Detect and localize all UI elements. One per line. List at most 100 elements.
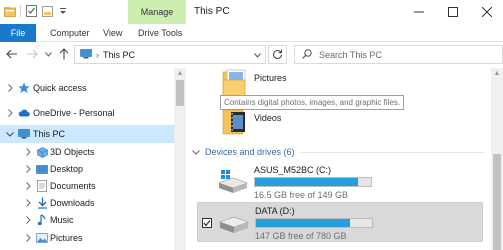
selection-checkbox[interactable] [202,218,212,228]
downloads-icon [36,197,48,209]
sidebar-item-label: Pictures [50,233,83,243]
sidebar-item-documents[interactable]: Documents [0,177,174,195]
pictures-folder-icon [222,69,246,97]
maximize-icon [448,7,458,17]
checkmark-icon [203,220,211,227]
expand-chevron-icon[interactable] [24,165,32,173]
expand-chevron-icon[interactable] [24,234,32,242]
tab-view[interactable]: View [103,24,122,42]
content-pane: Pictures Videos Contains digital photos,… [187,68,491,250]
group-header-devices[interactable]: Devices and drives (6) [187,144,491,160]
pictures-icon [36,232,48,244]
computer-icon [80,48,92,61]
group-divider [300,151,485,153]
navigation-pane: Quick access OneDrive - Personal This PC… [0,68,174,250]
close-button[interactable] [470,0,503,24]
folder-item-videos[interactable]: Videos [187,106,491,146]
folder-app-icon [4,5,16,17]
search-input[interactable] [319,49,479,60]
minimize-button[interactable] [402,0,436,24]
sidebar-item-label: OneDrive - Personal [33,108,115,118]
documents-icon [36,180,48,192]
sidebar-item-label: 3D Objects [50,147,95,157]
sidebar-item-this-pc[interactable]: This PC [0,125,174,143]
computer-icon [18,128,30,140]
collapse-chevron-icon[interactable] [192,147,200,157]
sidebar-item-downloads[interactable]: Downloads [0,194,174,212]
address-bar[interactable]: › This PC [74,45,266,64]
sidebar-item-desktop[interactable]: Desktop [0,160,174,178]
expand-chevron-icon[interactable] [6,109,14,117]
sidebar-scrollbar[interactable]: ▲ [174,68,186,250]
collapse-chevron-icon[interactable] [6,130,14,138]
expand-chevron-icon[interactable] [24,199,32,207]
quick-access-toolbar [4,5,69,17]
drive-usage-fill [256,219,351,227]
scroll-up-icon[interactable]: ▲ [491,68,503,78]
drive-usage-fill [255,178,359,186]
drive-item-c[interactable]: ASUS_M52BC (C:) 16.5 GB free of 149 GB [197,162,483,202]
sidebar-item-label: This PC [33,129,66,139]
close-icon [482,7,492,17]
search-icon [302,48,312,61]
content-scroll-thumb[interactable] [493,154,501,250]
expand-chevron-icon[interactable] [6,84,14,92]
sidebar-item-label: Documents [50,181,96,191]
forward-arrow-icon [27,49,38,59]
expand-chevron-icon[interactable] [24,182,32,190]
address-dropdown-icon[interactable] [254,50,261,60]
tab-drive-tools[interactable]: Drive Tools [138,24,182,42]
ribbon-tabs: File Computer View Drive Tools [0,24,503,42]
back-button[interactable] [4,46,20,62]
videos-folder-icon [222,109,245,135]
tab-file[interactable]: File [0,24,36,42]
desktop-folder-icon [36,163,48,175]
navigation-bar: › This PC [0,42,503,68]
search-box[interactable] [294,45,503,64]
maximize-button[interactable] [436,0,470,24]
chevron-down-icon [44,51,52,57]
up-arrow-icon [59,48,69,60]
window-title: This PC [194,6,230,17]
windows-drive-icon [218,170,248,193]
up-button[interactable] [56,46,72,62]
forward-button[interactable] [24,46,40,62]
manage-tab[interactable]: Manage [128,0,186,24]
drive-free-space: 147 GB free of 780 GB [255,231,347,241]
content-scrollbar[interactable]: ▲ [491,68,503,250]
title-bar: Manage This PC [0,0,503,24]
sidebar-item-label: Quick access [33,83,87,93]
folder-name: Pictures [254,73,287,83]
drive-item-d[interactable]: DATA (D:) 147 GB free of 780 GB [197,202,483,242]
scroll-up-icon[interactable]: ▲ [174,68,186,78]
breadcrumb-this-pc[interactable]: This PC [103,50,135,60]
sidebar-scroll-thumb[interactable] [176,80,184,106]
customize-toolbar-icon[interactable] [57,5,69,17]
cloud-icon [18,107,30,119]
minimize-icon [414,11,424,13]
folder-name: Videos [254,113,282,123]
tab-computer[interactable]: Computer [50,24,90,42]
group-label: Devices and drives (6) [205,147,295,157]
sidebar-item-label: Downloads [50,198,95,208]
new-folder-icon[interactable] [41,5,53,17]
drive-usage-bar [254,177,372,187]
refresh-icon [273,49,282,59]
refresh-button[interactable] [268,45,287,64]
expand-chevron-icon[interactable] [24,148,32,156]
music-icon [36,214,48,226]
breadcrumb-separator-icon: › [96,49,99,60]
recent-locations-button[interactable] [43,46,53,62]
drive-usage-bar [255,218,373,228]
sidebar-item-onedrive[interactable]: OneDrive - Personal [0,104,174,122]
sidebar-item-3d-objects[interactable]: 3D Objects [0,143,174,161]
sidebar-item-pictures[interactable]: Pictures [0,229,174,247]
toolbar-divider [20,5,21,17]
sidebar-item-music[interactable]: Music [0,211,174,229]
drive-name: ASUS_M52BC (C:) [254,165,332,175]
back-arrow-icon [6,49,17,59]
expand-chevron-icon[interactable] [24,216,32,224]
folder-tooltip: Contains digital photos, images, and gra… [220,95,405,110]
properties-icon[interactable] [25,5,37,17]
sidebar-item-quick-access[interactable]: Quick access [0,79,174,97]
